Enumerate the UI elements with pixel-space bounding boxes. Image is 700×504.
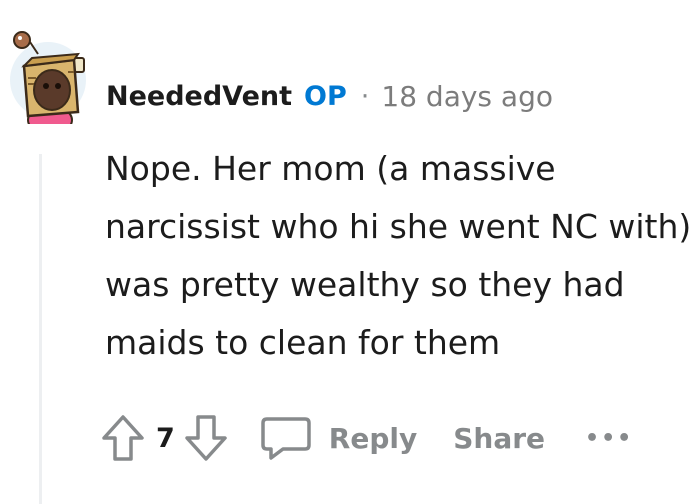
downvote-button[interactable] [183, 413, 229, 463]
comment-timestamp[interactable]: 18 days ago [381, 80, 553, 113]
reply-label: Reply [328, 421, 418, 455]
share-button[interactable]: Share [453, 422, 545, 455]
thread-line[interactable] [39, 154, 42, 504]
speech-bubble-icon [261, 417, 311, 460]
reply-button[interactable]: Reply [259, 415, 417, 461]
avatar[interactable] [8, 28, 86, 135]
more-options-button[interactable]: ••• [585, 426, 633, 451]
comment-actions: 7 Reply Share ••• [100, 408, 633, 468]
upvote-arrow-icon [102, 415, 144, 461]
op-badge: OP [304, 80, 347, 112]
comment-header: NeededVent OP · 18 days ago [106, 76, 553, 116]
vote-score: 7 [156, 422, 175, 454]
separator-dot: · [360, 80, 370, 112]
downvote-arrow-icon [185, 415, 227, 461]
upvote-button[interactable] [100, 413, 146, 463]
snoo-avatar-icon [10, 31, 86, 135]
comment-body: Nope. Her mom (a massive narcissist who … [105, 149, 692, 362]
author-username[interactable]: NeededVent [106, 81, 292, 112]
